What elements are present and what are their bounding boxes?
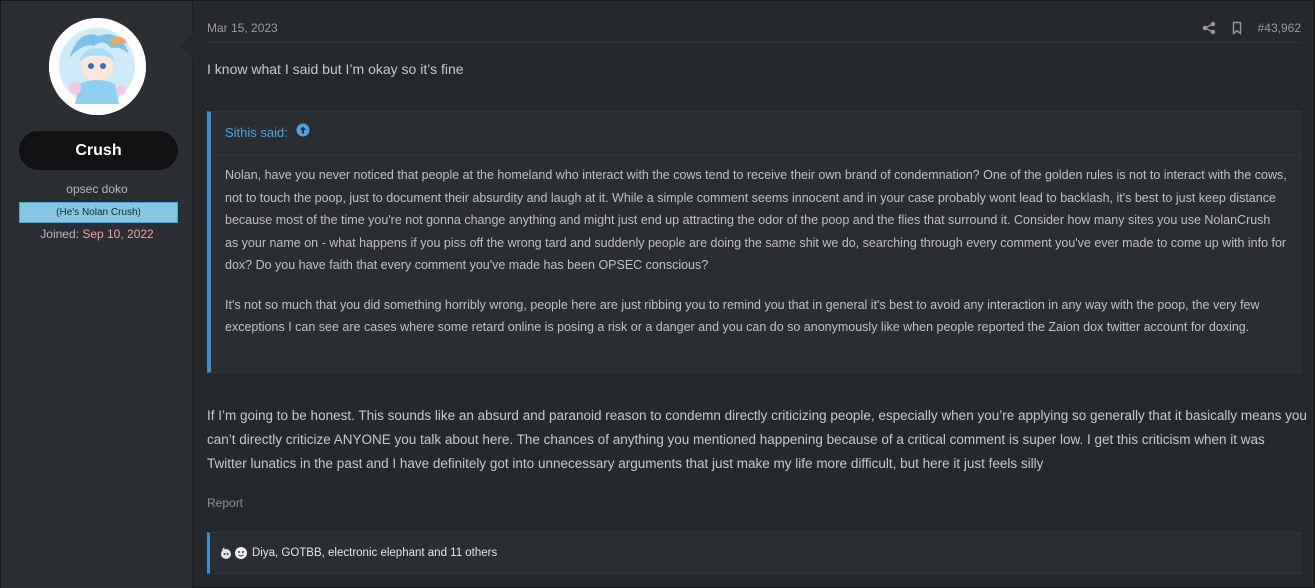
user-title: opsec doko — [66, 182, 128, 196]
post-main: Mar 15, 2023 #43,962 I know what I said … — [193, 1, 1314, 588]
reaction-icon — [219, 546, 233, 560]
reaction-icon — [234, 546, 248, 560]
reactions-list[interactable]: Diya, GOTBB, electronic elephant and 11 … — [252, 547, 497, 559]
user-joined: Joined: Sep 10, 2022 — [1, 227, 193, 241]
quote-paragraph: It's not so much that you did something … — [225, 297, 1260, 335]
quote-block: Sithis said: Nolan, have you never notic… — [207, 111, 1301, 373]
post-intro-text: I know what I said but I’m okay so it’s … — [207, 61, 464, 77]
quote-header[interactable]: Sithis said: — [211, 112, 1300, 155]
user-sidebar: Crush opsec doko (He's Nolan Crush) Join… — [1, 1, 193, 588]
header-divider — [207, 42, 1301, 43]
user-banner: (He's Nolan Crush) — [19, 202, 178, 223]
quote-author[interactable]: Sithis said: — [225, 125, 288, 140]
bookmark-icon[interactable] — [1230, 21, 1244, 35]
sidebar-pointer — [180, 33, 193, 59]
avatar[interactable] — [49, 18, 146, 115]
post-header-actions: #43,962 — [1202, 19, 1301, 37]
post-reply-text: If I’m going to be honest. This sounds l… — [207, 408, 1307, 471]
username[interactable]: Crush — [19, 131, 178, 170]
report-link[interactable]: Report — [207, 496, 243, 510]
share-icon[interactable] — [1202, 21, 1216, 35]
arrow-up-circle-icon[interactable] — [296, 112, 310, 154]
joined-label: Joined: — [40, 227, 79, 241]
joined-date: Sep 10, 2022 — [82, 227, 154, 241]
reactions-bar[interactable]: Diya, GOTBB, electronic elephant and 11 … — [207, 532, 1301, 574]
post-number[interactable]: #43,962 — [1258, 21, 1301, 35]
post-date[interactable]: Mar 15, 2023 — [207, 21, 278, 35]
quote-body: Nolan, have you never noticed that peopl… — [225, 164, 1287, 339]
post-container: Crush opsec doko (He's Nolan Crush) Join… — [0, 0, 1315, 588]
quote-paragraph: Nolan, have you never noticed that peopl… — [225, 168, 1287, 272]
